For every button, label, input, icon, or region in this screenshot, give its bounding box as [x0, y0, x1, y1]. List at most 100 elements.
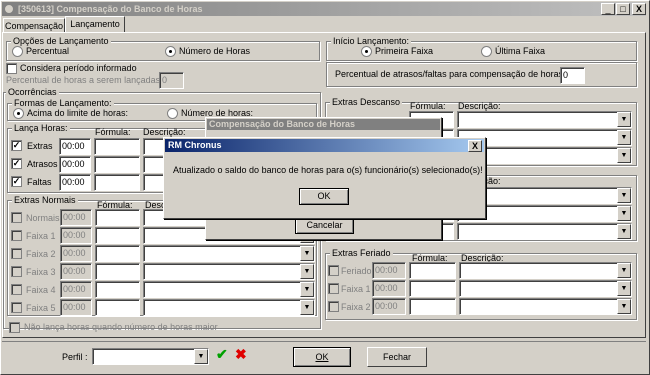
fechar-button[interactable]: Fechar: [367, 347, 427, 367]
app-icon: [4, 4, 14, 14]
extras-feriado-descricao-select[interactable]: ▼: [459, 298, 632, 315]
extras-normais-hours-input[interactable]: 00:00: [60, 281, 92, 298]
extras-normais-row-label: Faixa 5: [26, 303, 56, 313]
extras-normais-descricao-select[interactable]: ▼: [143, 299, 315, 316]
primeira-faixa-radio[interactable]: [361, 46, 372, 57]
chevron-down-icon: ▼: [617, 130, 631, 145]
extras-normais-formula-input[interactable]: [95, 263, 140, 280]
extras-feriado-row-label: Faixa 1: [341, 284, 371, 294]
extras-normais-formula-input[interactable]: [95, 227, 140, 244]
extras-formula-input[interactable]: [94, 138, 140, 155]
extras-normais-formula-input[interactable]: [95, 281, 140, 298]
extras-feriado-checkbox[interactable]: [328, 301, 339, 312]
chevron-down-icon: ▼: [617, 299, 631, 314]
extras-normais-hours-input[interactable]: 00:00: [60, 245, 92, 262]
extras-descanso-descricao-header: Descrição:: [458, 101, 501, 111]
ocorrencias-title: Ocorrências: [6, 87, 59, 97]
chevron-down-icon: ▼: [300, 282, 314, 297]
message-close-button[interactable]: X: [468, 140, 482, 152]
faltas-checkbox[interactable]: ✓: [11, 176, 22, 187]
acima-limite-label: Acima do limite de horas:: [27, 108, 129, 118]
extras-normais-descricao-select[interactable]: ▼: [143, 281, 315, 298]
extras-checkbox[interactable]: ✓: [11, 140, 22, 151]
minimize-button[interactable]: _: [601, 3, 615, 15]
extras-normais-hours-input[interactable]: 00:00: [60, 263, 92, 280]
extras-normais-checkbox[interactable]: [11, 284, 22, 295]
extras-normais-checkbox[interactable]: [11, 302, 22, 313]
extras-normais-descricao-select[interactable]: ▼: [143, 263, 315, 280]
tab-compensacao[interactable]: Compensação: [3, 18, 65, 32]
nao-lanca-label: Não lança horas quando número de horas m…: [24, 322, 218, 332]
tab-lancamento[interactable]: Lançamento: [65, 16, 125, 32]
progress-dialog-title: Compensação do Banco de Horas: [209, 119, 356, 129]
extras-normais-checkbox[interactable]: [11, 248, 22, 259]
extras-normais-checkbox[interactable]: [11, 230, 22, 241]
extras-feriado-row-label: Feriado: [341, 266, 372, 276]
lanca-title: Lança Horas:: [12, 123, 70, 133]
maximize-button[interactable]: □: [616, 3, 630, 15]
ok-button[interactable]: OK: [293, 347, 351, 367]
close-button[interactable]: X: [632, 3, 646, 15]
primeira-faixa-label: Primeira Faixa: [375, 46, 434, 56]
extras-normais-hours-input[interactable]: 00:00: [60, 209, 92, 226]
extras-normais-formula-input[interactable]: [95, 245, 140, 262]
extras-normais-checkbox[interactable]: [11, 266, 22, 277]
extras-feriado-formula-input[interactable]: [409, 280, 456, 297]
extras-feriado-hours-input[interactable]: 00:00: [372, 262, 406, 279]
message-ok-button[interactable]: OK: [299, 188, 349, 205]
extras-normais-row-label: Faixa 1: [26, 231, 56, 241]
extras-descanso-title: Extras Descanso: [330, 97, 403, 107]
extras-hours-input[interactable]: 00:00: [59, 138, 91, 155]
chevron-down-icon: ▼: [617, 206, 631, 221]
extras-feriado-formula-input[interactable]: [409, 298, 456, 315]
acima-limite-radio[interactable]: [13, 108, 24, 119]
atrasos-row-label: Atrasos: [27, 159, 58, 169]
chevron-down-icon: ▼: [194, 349, 208, 364]
message-dialog-titlebar: RM Chronus: [165, 139, 484, 152]
message-text: Atualizado o saldo do banco de horas par…: [173, 165, 483, 175]
percentual-radio[interactable]: [12, 46, 23, 57]
faltas-formula-input[interactable]: [94, 174, 140, 191]
extras-feriado-descricao-select[interactable]: ▼: [459, 262, 632, 279]
delete-icon[interactable]: ✖: [235, 346, 247, 363]
extras-label: Extras: [27, 141, 53, 151]
numero-horas-forma-radio[interactable]: [167, 108, 178, 119]
atrasos-input[interactable]: 0: [560, 67, 585, 84]
extras-feriado-hours-input[interactable]: 00:00: [372, 298, 406, 315]
chevron-down-icon: ▼: [617, 224, 631, 239]
chevron-down-icon: ▼: [617, 188, 631, 203]
extras-feriado-formula-input[interactable]: [409, 262, 456, 279]
check-icon[interactable]: ✔: [216, 346, 228, 363]
opcoes-title: Opções de Lançamento: [11, 36, 111, 46]
extras-normais-descricao-select[interactable]: ▼: [143, 245, 315, 262]
extras-normais-formula-input[interactable]: [95, 209, 140, 226]
extras-feriado-hours-input[interactable]: 00:00: [372, 280, 406, 297]
noturno-descricao-select-3[interactable]: ▼: [457, 223, 632, 240]
perfil-label: Perfil :: [62, 352, 88, 362]
nao-lanca-checkbox[interactable]: [9, 322, 20, 333]
extras-normais-hours-input[interactable]: 00:00: [60, 227, 92, 244]
perfil-select[interactable]: ▼: [92, 348, 209, 365]
extras-normais-formula-input[interactable]: [95, 299, 140, 316]
chevron-down-icon: ▼: [617, 281, 631, 296]
chevron-down-icon: ▼: [617, 148, 631, 163]
numero-horas-radio[interactable]: [165, 46, 176, 57]
extras-normais-row-label: Faixa 2: [26, 249, 56, 259]
extras-normais-checkbox[interactable]: [11, 212, 22, 223]
numero-horas-label: Número de Horas: [179, 46, 251, 56]
atrasos-hours-input[interactable]: 00:00: [59, 156, 91, 173]
lanca-formula-header: Fórmula:: [95, 127, 131, 137]
ultima-faixa-radio[interactable]: [481, 46, 492, 57]
faltas-hours-input[interactable]: 00:00: [59, 174, 91, 191]
extras-feriado-checkbox[interactable]: [328, 265, 339, 276]
percentual-horas-input[interactable]: 0: [159, 72, 184, 89]
extras-normais-row-label: Faixa 4: [26, 285, 56, 295]
extras-feriado-descricao-select[interactable]: ▼: [459, 280, 632, 297]
extras-feriado-title: Extras Feriado: [330, 248, 393, 258]
atrasos-checkbox[interactable]: ✓: [11, 158, 22, 169]
atrasos-formula-input[interactable]: [94, 156, 140, 173]
considera-periodo-checkbox[interactable]: [6, 63, 17, 74]
extras-normais-hours-input[interactable]: 00:00: [60, 299, 92, 316]
descanso-descricao-select-1[interactable]: ▼: [457, 111, 632, 128]
extras-feriado-checkbox[interactable]: [328, 283, 339, 294]
